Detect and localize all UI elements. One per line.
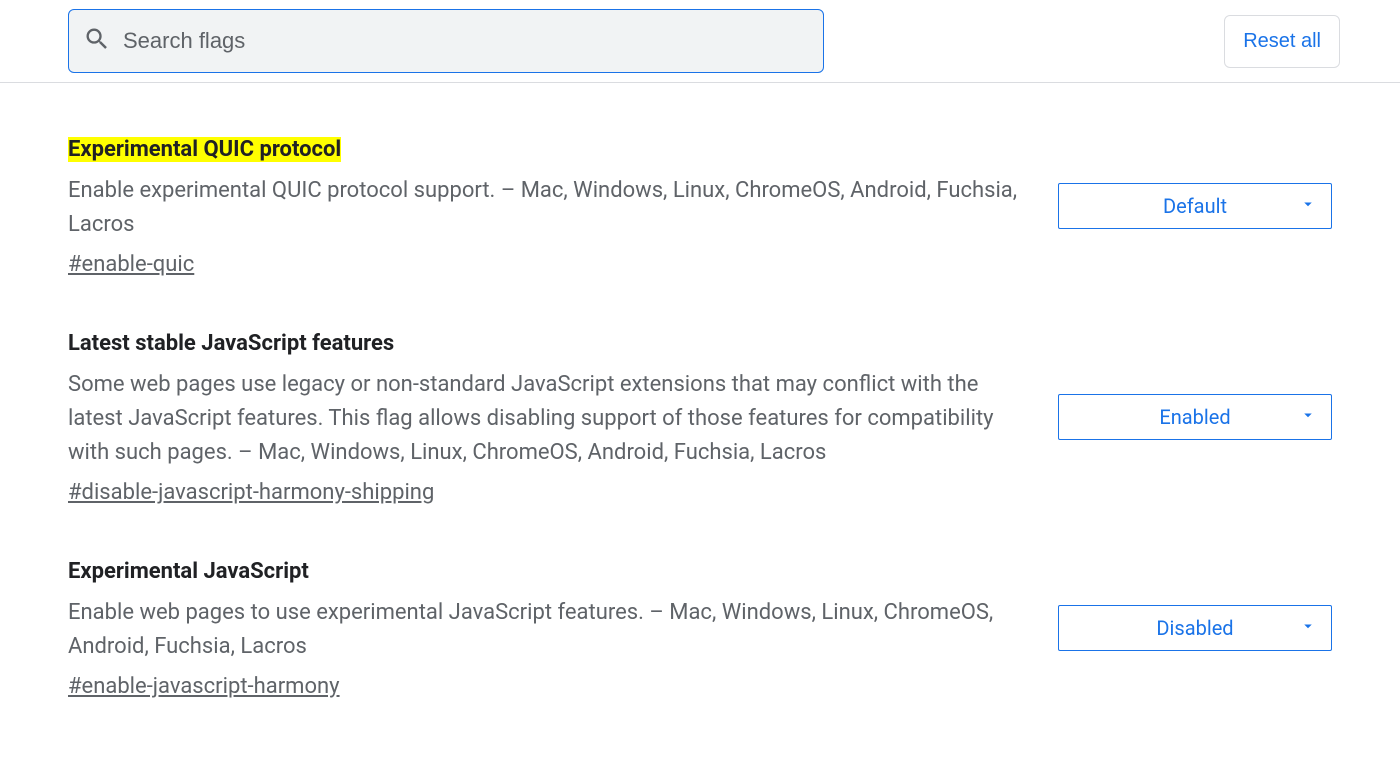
flag-select-value: Enabled	[1159, 405, 1230, 429]
flag-hash-link[interactable]: #enable-javascript-harmony	[68, 674, 340, 699]
search-box[interactable]	[68, 9, 824, 73]
flag-select[interactable]: Default	[1058, 183, 1332, 229]
chevron-down-icon	[1299, 405, 1317, 429]
flag-description: Enable experimental QUIC protocol suppor…	[68, 174, 1026, 242]
flag-row: Experimental QUIC protocol Enable experi…	[68, 83, 1332, 277]
search-input[interactable]	[123, 28, 809, 54]
flag-title: Experimental QUIC protocol	[68, 137, 341, 162]
flag-title: Experimental JavaScript	[68, 559, 309, 584]
header: Reset all	[0, 0, 1400, 83]
flag-info: Experimental JavaScript Enable web pages…	[68, 557, 1026, 699]
flag-hash-link[interactable]: #enable-quic	[68, 252, 194, 277]
flag-description: Enable web pages to use experimental Jav…	[68, 596, 1026, 664]
flag-description: Some web pages use legacy or non-standar…	[68, 368, 1026, 470]
flag-select-value: Default	[1163, 194, 1227, 218]
flag-select[interactable]: Enabled	[1058, 394, 1332, 440]
flag-select-value: Disabled	[1156, 616, 1233, 640]
chevron-down-icon	[1299, 616, 1317, 640]
reset-all-button[interactable]: Reset all	[1224, 15, 1340, 68]
flags-list: Experimental QUIC protocol Enable experi…	[0, 83, 1400, 739]
flag-row: Latest stable JavaScript features Some w…	[68, 277, 1332, 505]
flag-hash-link[interactable]: #disable-javascript-harmony-shipping	[68, 480, 434, 505]
flag-info: Experimental QUIC protocol Enable experi…	[68, 135, 1026, 277]
flag-title: Latest stable JavaScript features	[68, 331, 394, 356]
search-icon	[83, 25, 111, 57]
flag-info: Latest stable JavaScript features Some w…	[68, 329, 1026, 505]
chevron-down-icon	[1299, 194, 1317, 218]
flag-select[interactable]: Disabled	[1058, 605, 1332, 651]
flag-row: Experimental JavaScript Enable web pages…	[68, 505, 1332, 699]
